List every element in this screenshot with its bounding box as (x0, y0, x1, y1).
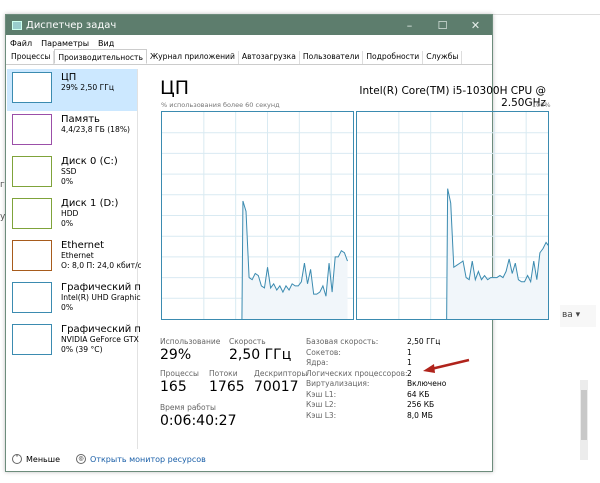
cpu-graph-0 (161, 111, 354, 320)
sidebar-item-status: 0% (61, 303, 74, 312)
sidebar-item-name: Ethernet (61, 240, 105, 251)
tab-performance[interactable]: Производительность (54, 49, 147, 64)
gpu-0-thumbnail-graph (12, 282, 52, 313)
maximize-button[interactable]: ☐ (426, 19, 459, 32)
cpu-graph-1 (356, 111, 549, 320)
graph-label: % использования более 60 секунд (161, 101, 280, 109)
sidebar-item-name: ЦП (61, 72, 77, 83)
spec-label: Ядра: (306, 358, 329, 367)
handles-label: Дескрипторы (254, 369, 308, 378)
graph-max-label: 100% (532, 101, 551, 109)
spec-value: 8,0 МБ (407, 410, 433, 420)
minimize-button[interactable]: – (393, 19, 426, 32)
resource-sidebar: ЦП 29% 2,50 ГГц Память 4,4/23,8 ГБ (18%)… (7, 69, 141, 449)
sidebar-item-detail: Intel(R) UHD Graphics (61, 293, 141, 302)
red-arrow-annotation (423, 358, 470, 373)
spec-label: Логических процессоров: (306, 368, 408, 378)
sidebar-item-detail: 29% 2,50 ГГц (61, 83, 115, 92)
handles-value: 70017 (254, 379, 299, 395)
cpu-usage-area (446, 188, 548, 319)
tab-users[interactable]: Пользователи (300, 51, 364, 64)
sidebar-item-status: 0% (61, 177, 74, 186)
window-title: Диспетчер задач (26, 19, 117, 31)
sidebar-item-detail: HDD (61, 209, 79, 218)
tab-startup[interactable]: Автозагрузка (239, 51, 300, 64)
page-title: ЦП (160, 77, 190, 99)
sidebar-item-name: Графический процессор 0 (61, 282, 141, 293)
spec-label: Кэш L3: (306, 410, 337, 420)
open-resource-monitor-link[interactable]: Открыть монитор ресурсов (90, 455, 206, 464)
tab-app-history[interactable]: Журнал приложений (147, 51, 239, 64)
usage-value: 29% (160, 347, 192, 363)
sidebar-item-name: Память (61, 114, 100, 125)
spec-label: Сокетов: (306, 347, 341, 357)
tab-bar: Процессы Производительность Журнал прило… (6, 49, 492, 65)
processes-value: 165 (160, 379, 187, 395)
cpu-model: Intel(R) Core(TM) i5-10300H CPU @ 2.50GH… (359, 85, 546, 109)
background-divider (493, 14, 600, 15)
spec-value: 64 КБ (407, 389, 430, 399)
cpu-thumbnail-graph (12, 72, 52, 103)
usage-label: Использование (160, 337, 221, 346)
title-bar: Диспетчер задач – ☐ ✕ (6, 15, 492, 35)
task-manager-icon (12, 20, 22, 30)
sidebar-item-gpu-0[interactable]: Графический процессор 0 Intel(R) UHD Gra… (7, 279, 141, 321)
sidebar-item-name: Графический процессор 1 (61, 324, 141, 335)
sidebar-item-status: 0% (39 °C) (61, 345, 103, 354)
sidebar-item-memory[interactable]: Память 4,4/23,8 ГБ (18%) (7, 111, 137, 153)
speed-label: Скорость (229, 337, 266, 346)
tab-services[interactable]: Службы (423, 51, 463, 64)
sidebar-item-disk-1[interactable]: Диск 1 (D:) HDD 0% (7, 195, 137, 237)
spec-label: Виртуализация: (306, 379, 370, 388)
resource-monitor-icon: ◎ (76, 454, 87, 464)
spec-label: Кэш L2: (306, 400, 337, 409)
sidebar-item-status: 0% (61, 219, 74, 228)
spec-value: 2 (407, 368, 412, 378)
ethernet-thumbnail-graph (12, 240, 52, 271)
sidebar-item-detail: SSD (61, 167, 77, 176)
sidebar-item-name: Диск 0 (C:) (61, 156, 118, 167)
spec-value: 1 (407, 358, 412, 367)
background-scrollbar-thumb[interactable] (581, 390, 587, 440)
task-manager-window: Диспетчер задач – ☐ ✕ Файл Параметры Вид… (5, 14, 551, 472)
processes-label: Процессы (160, 369, 199, 378)
menu-options[interactable]: Параметры (41, 39, 89, 48)
memory-thumbnail-graph (12, 114, 52, 145)
uptime-label: Время работы (160, 403, 216, 412)
spec-value: 256 КБ (407, 400, 435, 409)
sidebar-item-detail: 4,4/23,8 ГБ (18%) (61, 125, 131, 134)
spec-label: Кэш L1: (306, 389, 337, 399)
spec-label: Базовая скорость: (306, 337, 379, 346)
sidebar-item-ethernet[interactable]: Ethernet Ethernet О: 8,0 П: 24,0 кбит/с (7, 237, 141, 279)
tab-processes[interactable]: Процессы (8, 51, 55, 64)
sidebar-item-detail: NVIDIA GeForce GTX 1650 (61, 335, 141, 344)
threads-value: 1765 (209, 379, 245, 395)
spec-value: 1 (407, 347, 412, 357)
sidebar-item-status: О: 8,0 П: 24,0 кбит/с (61, 261, 141, 270)
sidebar-item-gpu-1[interactable]: Графический процессор 1 NVIDIA GeForce G… (7, 321, 141, 363)
chevron-up-icon[interactable]: ˄ (12, 454, 22, 464)
uptime-value: 0:06:40:27 (160, 413, 237, 429)
spec-value: 2,50 ГГц (407, 337, 441, 346)
sidebar-item-detail: Ethernet (61, 251, 94, 260)
tab-details[interactable]: Подробности (363, 51, 424, 64)
disk-0-thumbnail-graph (12, 156, 52, 187)
gpu-1-thumbnail-graph (12, 324, 52, 355)
menu-view[interactable]: Вид (98, 39, 114, 48)
sidebar-item-name: Диск 1 (D:) (61, 198, 119, 209)
fewer-details-button[interactable]: Меньше (26, 455, 60, 464)
background-dropdown[interactable]: ва ▾ (560, 305, 596, 327)
disk-1-thumbnail-graph (12, 198, 52, 229)
spec-value: Включено (407, 379, 447, 388)
threads-label: Потоки (209, 369, 238, 378)
sidebar-item-cpu[interactable]: ЦП 29% 2,50 ГГц (7, 69, 137, 111)
speed-value: 2,50 ГГц (229, 347, 292, 363)
footer: ˄ Меньше ◎ Открыть монитор ресурсов (6, 448, 492, 470)
sidebar-item-disk-0[interactable]: Диск 0 (C:) SSD 0% (7, 153, 137, 195)
menu-file[interactable]: Файл (10, 39, 32, 48)
close-button[interactable]: ✕ (459, 19, 492, 32)
